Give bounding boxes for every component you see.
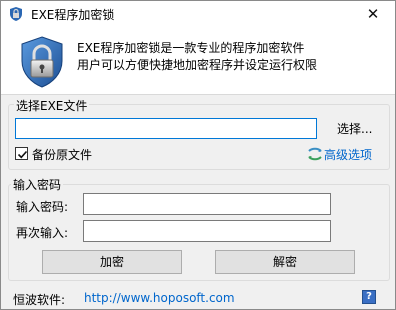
title-bar: EXE程序加密锁 ✕: [1, 1, 395, 28]
encrypt-button[interactable]: 加密: [42, 250, 182, 274]
header-description-line2: 用户可以方便快捷地加密程序并设定运行权限: [77, 58, 318, 72]
shield-lock-icon: [19, 35, 65, 89]
company-label: 恒波软件:: [13, 293, 66, 307]
password-label: 输入密码:: [16, 200, 69, 214]
header-divider: [1, 94, 395, 95]
window-title: EXE程序加密锁: [31, 8, 115, 22]
website-link[interactable]: http://www.hoposoft.com: [84, 291, 235, 305]
advanced-options-icon: [307, 147, 323, 161]
header-banner: EXE程序加密锁是一款专业的程序加密软件 用户可以方便快捷地加密程序并设定运行权…: [1, 28, 395, 94]
confirm-password-input[interactable]: [83, 220, 331, 242]
header-description-line1: EXE程序加密锁是一款专业的程序加密软件: [77, 41, 305, 55]
file-group-label: 选择EXE文件: [14, 97, 90, 114]
password-group-label: 输入密码: [11, 176, 64, 193]
decrypt-button[interactable]: 解密: [215, 250, 355, 274]
close-button[interactable]: ✕: [351, 1, 395, 28]
backup-checkbox-label[interactable]: 备份原文件: [32, 146, 92, 163]
help-icon[interactable]: ?: [362, 290, 376, 304]
exe-file-input[interactable]: [15, 118, 317, 139]
checkmark-icon: [17, 150, 28, 159]
advanced-options-label: 高级选项: [324, 148, 373, 162]
confirm-password-label: 再次输入:: [16, 226, 69, 240]
password-input[interactable]: [83, 193, 331, 215]
lock-app-icon: [8, 6, 24, 22]
backup-checkbox[interactable]: [15, 147, 28, 160]
browse-button[interactable]: 选择...: [337, 120, 372, 137]
app-window: EXE程序加密锁 ✕ EXE程序加密锁是一款专业的程序加密软件 用户可以方便快捷…: [0, 0, 396, 310]
